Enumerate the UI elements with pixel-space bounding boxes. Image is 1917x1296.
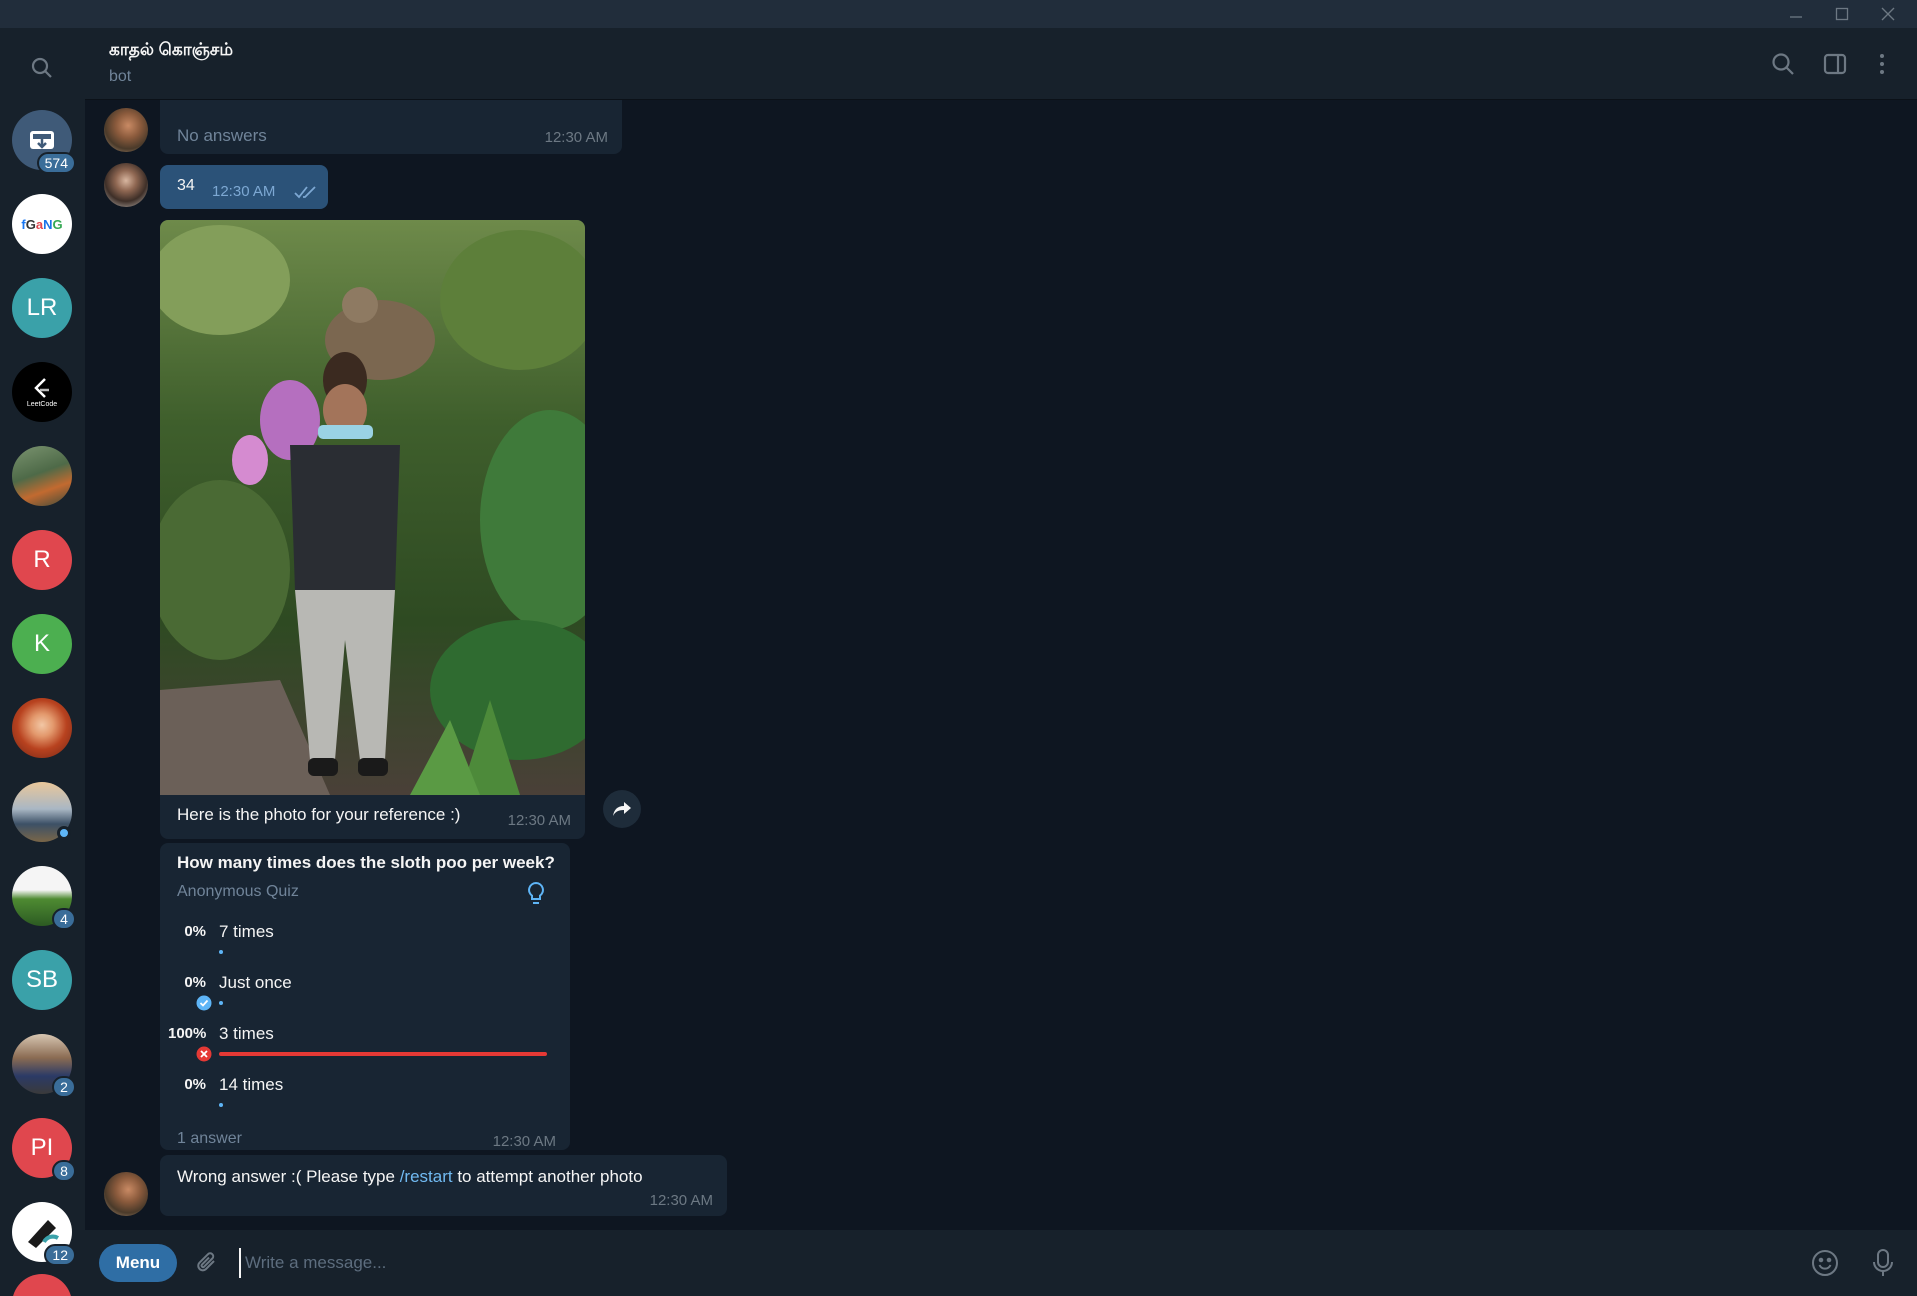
avatar: LR <box>12 278 72 338</box>
restart-command-link[interactable]: /restart <box>400 1167 453 1186</box>
chat-item-r[interactable]: R <box>12 530 72 590</box>
bot-avatar[interactable] <box>104 1172 148 1216</box>
option-percent: 0% <box>184 1076 206 1093</box>
option-label: 14 times <box>219 1075 284 1094</box>
wrong-cross-icon <box>196 1046 212 1062</box>
read-check-icon <box>294 186 316 199</box>
chat-item-tech[interactable]: 12 <box>12 1202 76 1266</box>
message-text-part: Wrong answer :( Please type <box>177 1167 400 1186</box>
message-text: 34 <box>177 177 195 194</box>
message-time: 12:30 AM <box>492 1133 556 1150</box>
poll-type: Anonymous Quiz <box>177 883 299 900</box>
chat-header: காதல் கொஞ்சம் bot <box>85 28 1917 100</box>
message-text-part: to attempt another photo <box>452 1167 643 1186</box>
forward-icon <box>613 802 631 816</box>
chat-status: bot <box>109 68 132 85</box>
chat-item-k[interactable]: K <box>12 614 72 674</box>
chat-item-birds[interactable] <box>12 446 72 506</box>
avatar: SB <box>12 950 72 1010</box>
correct-check-icon <box>196 995 212 1011</box>
option-percent: 0% <box>184 923 206 940</box>
photo-image <box>160 220 585 795</box>
option-bar <box>219 1001 223 1005</box>
chat-item-lake[interactable] <box>12 782 72 842</box>
message-time: 12:30 AM <box>544 129 608 146</box>
online-indicator <box>57 826 71 840</box>
chat-title[interactable]: காதல் கொஞ்சம் <box>109 40 233 62</box>
maximize-icon[interactable] <box>1819 0 1865 28</box>
microphone-icon[interactable] <box>1865 1245 1901 1281</box>
avatar <box>12 446 72 506</box>
chat-item-gang[interactable]: fGaNG <box>12 194 72 254</box>
unread-badge: 2 <box>52 1076 76 1098</box>
option-label: Just once <box>219 973 292 992</box>
option-bar <box>219 1103 223 1107</box>
lightbulb-icon[interactable] <box>526 881 546 907</box>
message-time: 12:30 AM <box>212 183 276 200</box>
avatar: R <box>12 530 72 590</box>
sidebar-toggle-icon[interactable] <box>1817 46 1853 82</box>
more-options-icon[interactable] <box>1864 46 1900 82</box>
minimize-icon[interactable] <box>1773 0 1819 28</box>
user-avatar[interactable] <box>104 163 148 207</box>
leetcode-logo: LeetCode <box>12 362 72 422</box>
message-text: Wrong answer :( Please type /restart to … <box>177 1167 643 1187</box>
chat-sidebar: 574 fGaNG LR LeetCode R K 4 SB 2 PI 8 12 <box>0 28 85 1296</box>
option-label: 3 times <box>219 1024 274 1043</box>
chat-item-sb[interactable]: SB <box>12 950 72 1010</box>
window-titlebar <box>0 0 1917 28</box>
chat-item-saved[interactable]: 574 <box>12 110 76 174</box>
message-time: 12:30 AM <box>507 812 571 829</box>
chat-item-pi[interactable]: PI 8 <box>12 1118 76 1182</box>
chat-item-red[interactable] <box>12 1274 72 1296</box>
quiz-poll: How many times does the sloth poo per we… <box>160 843 570 1150</box>
avatar <box>12 698 72 758</box>
avatar <box>12 1274 72 1296</box>
search-icon[interactable] <box>1765 46 1801 82</box>
chat-item-girl[interactable] <box>12 698 72 758</box>
poll-question: How many times does the sloth poo per we… <box>177 853 555 872</box>
unread-badge: 574 <box>36 152 76 174</box>
option-label: 7 times <box>219 922 274 941</box>
poll-answer-count[interactable]: 1 answer <box>177 1130 242 1148</box>
message-bubble: 34 12:30 AM <box>160 165 328 209</box>
forward-button[interactable] <box>603 790 641 828</box>
bot-avatar[interactable] <box>104 108 148 152</box>
unread-badge: 8 <box>52 1160 76 1182</box>
message-bubble: Wrong answer :( Please type /restart to … <box>160 1155 727 1216</box>
message-bubble: No answers 12:30 AM <box>160 100 622 154</box>
search-icon[interactable] <box>26 52 58 84</box>
chat-item-lr[interactable]: LR <box>12 278 72 338</box>
option-bar <box>219 950 223 954</box>
unread-badge: 4 <box>52 908 76 930</box>
message-text: No answers <box>177 126 267 145</box>
attach-icon[interactable] <box>190 1246 224 1280</box>
menu-button[interactable]: Menu <box>99 1244 177 1282</box>
avatar: K <box>12 614 72 674</box>
option-percent: 0% <box>184 974 206 991</box>
photo-caption-bubble: Here is the photo for your reference :) … <box>160 795 585 839</box>
message-time: 12:30 AM <box>649 1192 713 1209</box>
message-composer: Menu <box>85 1230 1917 1296</box>
emoji-icon[interactable] <box>1807 1245 1843 1281</box>
option-bar <box>219 1052 547 1056</box>
unread-badge: 12 <box>44 1244 76 1266</box>
option-percent: 100% <box>168 1025 207 1042</box>
close-icon[interactable] <box>1865 0 1911 28</box>
chat-item-group[interactable]: 2 <box>12 1034 76 1098</box>
message-input[interactable] <box>239 1248 1739 1278</box>
chat-item-leetcode[interactable]: LeetCode <box>12 362 72 422</box>
avatar: fGaNG <box>12 194 72 254</box>
photo-caption: Here is the photo for your reference :) <box>177 805 461 824</box>
photo-attachment[interactable] <box>160 220 585 795</box>
chat-item-field[interactable]: 4 <box>12 866 76 930</box>
